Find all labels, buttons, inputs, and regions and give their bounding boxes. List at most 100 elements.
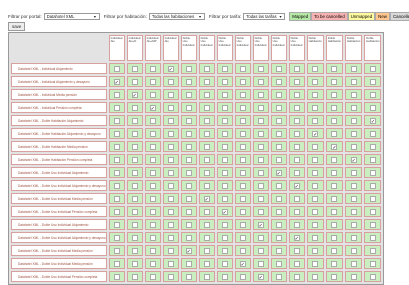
mapping-checkbox[interactable] xyxy=(293,221,300,228)
mapping-checkbox[interactable] xyxy=(275,117,282,124)
mapping-checkbox[interactable] xyxy=(293,130,300,137)
mapping-checkbox[interactable] xyxy=(293,169,300,176)
mapping-checkbox[interactable] xyxy=(167,78,174,85)
mapping-checkbox[interactable] xyxy=(369,143,376,150)
mapping-checkbox[interactable] xyxy=(331,130,338,137)
mapping-checkbox[interactable] xyxy=(312,273,319,280)
mapping-checkbox[interactable] xyxy=(167,117,174,124)
mapping-checkbox[interactable] xyxy=(131,78,138,85)
mapping-checkbox[interactable] xyxy=(149,247,156,254)
mapping-checkbox[interactable] xyxy=(113,130,120,137)
mapping-checkbox[interactable] xyxy=(239,65,246,72)
room-filter-select[interactable]: Todas las habitaciones ▼ xyxy=(148,13,205,20)
mapping-checkbox[interactable] xyxy=(350,65,357,72)
mapping-checkbox[interactable] xyxy=(221,117,228,124)
mapping-checkbox[interactable] xyxy=(149,78,156,85)
mapping-checkbox[interactable] xyxy=(275,143,282,150)
mapping-checkbox[interactable] xyxy=(257,182,264,189)
mapping-checkbox[interactable] xyxy=(221,273,228,280)
mapping-checkbox[interactable] xyxy=(185,143,192,150)
mapping-checkbox[interactable] xyxy=(275,130,282,137)
mapping-checkbox[interactable] xyxy=(312,65,319,72)
mapping-checkbox[interactable] xyxy=(149,117,156,124)
mapping-checkbox[interactable] xyxy=(185,117,192,124)
rate-filter-select[interactable]: Todas las tarifas ▼ xyxy=(243,13,286,20)
mapping-checkbox[interactable] xyxy=(331,221,338,228)
mapping-checkbox[interactable] xyxy=(167,143,174,150)
mapping-checkbox[interactable] xyxy=(312,247,319,254)
mapping-checkbox[interactable] xyxy=(350,221,357,228)
mapping-checkbox[interactable] xyxy=(293,104,300,111)
mapping-checkbox[interactable] xyxy=(350,130,357,137)
mapping-checkbox[interactable] xyxy=(350,91,357,98)
mapping-checkbox[interactable] xyxy=(167,182,174,189)
mapping-checkbox[interactable] xyxy=(239,208,246,215)
mapping-checkbox[interactable] xyxy=(350,247,357,254)
mapping-checkbox[interactable] xyxy=(113,156,120,163)
mapping-checkbox[interactable] xyxy=(113,65,120,72)
mapping-checkbox[interactable]: ✓ xyxy=(257,273,264,281)
mapping-checkbox[interactable] xyxy=(131,143,138,150)
mapping-checkbox[interactable] xyxy=(221,78,228,85)
mapping-checkbox[interactable] xyxy=(203,234,210,241)
mapping-checkbox[interactable] xyxy=(293,117,300,124)
mapping-checkbox[interactable]: ✓ xyxy=(113,78,120,86)
mapping-checkbox[interactable] xyxy=(239,130,246,137)
mapping-checkbox[interactable] xyxy=(185,156,192,163)
mapping-checkbox[interactable] xyxy=(275,78,282,85)
mapping-checkbox[interactable] xyxy=(331,91,338,98)
mapping-checkbox[interactable] xyxy=(312,117,319,124)
mapping-checkbox[interactable] xyxy=(149,260,156,267)
mapping-checkbox[interactable] xyxy=(331,78,338,85)
mapping-checkbox[interactable] xyxy=(113,208,120,215)
mapping-checkbox[interactable] xyxy=(185,234,192,241)
mapping-checkbox[interactable] xyxy=(185,273,192,280)
mapping-checkbox[interactable] xyxy=(369,104,376,111)
mapping-checkbox[interactable] xyxy=(331,208,338,215)
mapping-checkbox[interactable] xyxy=(131,169,138,176)
mapping-checkbox[interactable]: ✓ xyxy=(131,91,138,99)
mapping-checkbox[interactable] xyxy=(293,247,300,254)
mapping-checkbox[interactable] xyxy=(312,143,319,150)
mapping-checkbox[interactable] xyxy=(185,169,192,176)
mapping-checkbox[interactable] xyxy=(113,273,120,280)
mapping-checkbox[interactable] xyxy=(221,221,228,228)
mapping-checkbox[interactable] xyxy=(131,221,138,228)
mapping-checkbox[interactable] xyxy=(312,156,319,163)
mapping-checkbox[interactable] xyxy=(203,78,210,85)
mapping-checkbox[interactable] xyxy=(369,221,376,228)
mapping-checkbox[interactable] xyxy=(312,260,319,267)
mapping-checkbox[interactable] xyxy=(149,130,156,137)
mapping-checkbox[interactable] xyxy=(113,195,120,202)
mapping-checkbox[interactable] xyxy=(185,91,192,98)
mapping-checkbox[interactable] xyxy=(331,273,338,280)
mapping-checkbox[interactable] xyxy=(312,91,319,98)
mapping-checkbox[interactable] xyxy=(203,221,210,228)
mapping-checkbox[interactable] xyxy=(221,169,228,176)
mapping-checkbox[interactable] xyxy=(239,156,246,163)
mapping-checkbox[interactable] xyxy=(293,156,300,163)
mapping-checkbox[interactable] xyxy=(185,208,192,215)
mapping-checkbox[interactable] xyxy=(275,273,282,280)
mapping-checkbox[interactable] xyxy=(369,195,376,202)
mapping-checkbox[interactable] xyxy=(167,156,174,163)
mapping-checkbox[interactable] xyxy=(350,78,357,85)
mapping-checkbox[interactable] xyxy=(369,130,376,137)
mapping-checkbox[interactable] xyxy=(239,234,246,241)
mapping-checkbox[interactable] xyxy=(203,273,210,280)
mapping-checkbox[interactable] xyxy=(350,234,357,241)
mapping-checkbox[interactable] xyxy=(203,247,210,254)
mapping-checkbox[interactable] xyxy=(312,169,319,176)
mapping-checkbox[interactable] xyxy=(257,195,264,202)
mapping-checkbox[interactable] xyxy=(221,260,228,267)
mapping-checkbox[interactable]: ✓ xyxy=(149,104,156,112)
mapping-checkbox[interactable] xyxy=(369,169,376,176)
mapping-checkbox[interactable] xyxy=(239,91,246,98)
mapping-checkbox[interactable] xyxy=(203,260,210,267)
mapping-checkbox[interactable] xyxy=(149,182,156,189)
mapping-checkbox[interactable] xyxy=(203,143,210,150)
mapping-checkbox[interactable] xyxy=(167,169,174,176)
mapping-checkbox[interactable] xyxy=(312,221,319,228)
mapping-checkbox[interactable] xyxy=(312,195,319,202)
mapping-checkbox[interactable] xyxy=(167,208,174,215)
